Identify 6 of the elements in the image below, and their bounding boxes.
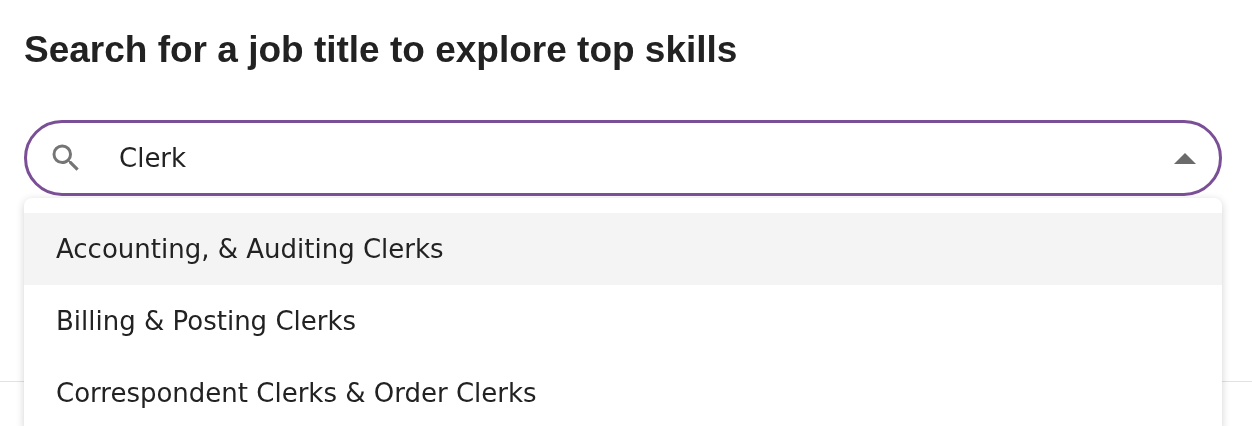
dropdown-option[interactable]: Correspondent Clerks & Order Clerks xyxy=(24,357,1222,426)
caret-icon[interactable] xyxy=(1174,153,1196,164)
search-field[interactable]: Clerk xyxy=(24,120,1222,196)
dropdown-option[interactable]: Accounting, & Auditing Clerks xyxy=(24,213,1222,285)
page-heading: Search for a job title to explore top skills xyxy=(23,28,739,72)
dropdown-option[interactable]: Billing & Posting Clerks xyxy=(24,285,1222,357)
